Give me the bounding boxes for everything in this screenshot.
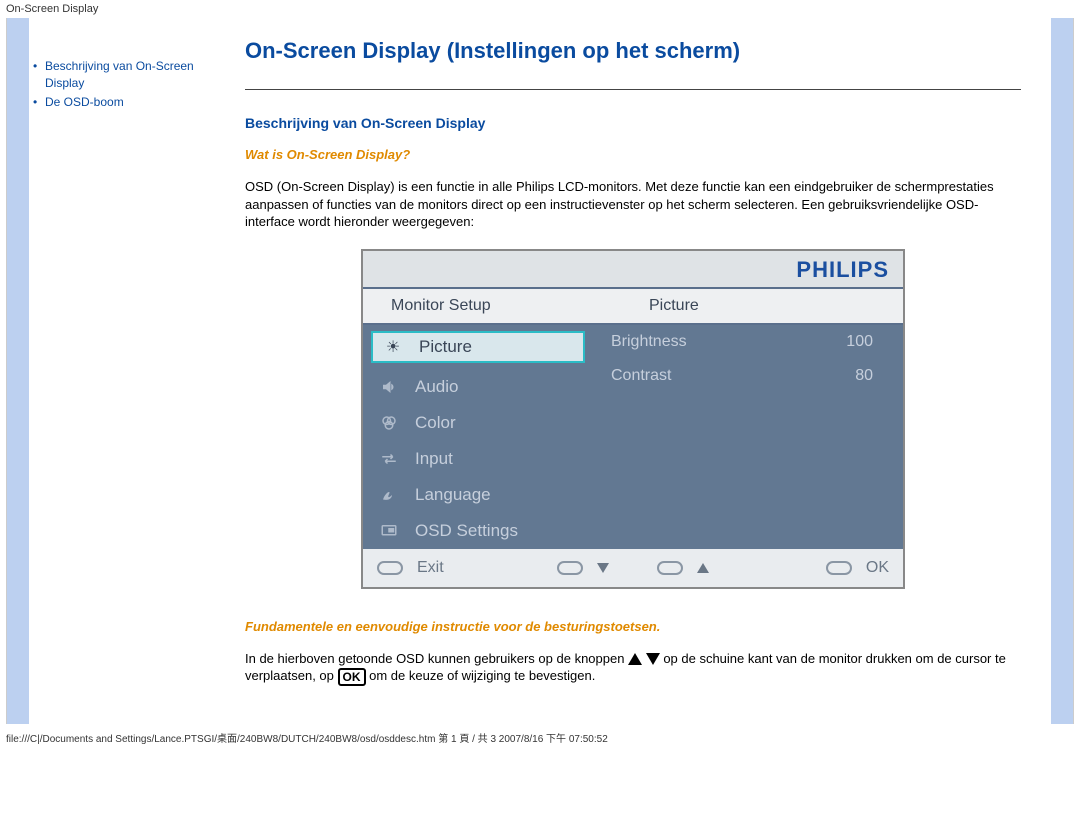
- osd-menu-picture[interactable]: ☀ Picture: [371, 331, 585, 363]
- para2a: In de hierboven getoonde OSD kunnen gebr…: [245, 651, 628, 666]
- osd-right-value: 100: [823, 333, 893, 351]
- sidebar-item-beschrijving[interactable]: • Beschrijving van On-Screen Display: [33, 58, 211, 92]
- triangle-down-icon: [597, 563, 609, 573]
- para2c: om de keuze of wijziging te bevestigen.: [369, 668, 595, 683]
- osd-right-contrast[interactable]: Contrast 80: [593, 359, 903, 393]
- osd-right-label: Contrast: [611, 367, 823, 385]
- footer-filepath: file:///C|/Documents and Settings/Lance.…: [0, 724, 1080, 751]
- brand-logo: PHILIPS: [796, 257, 889, 282]
- osd-menu-input[interactable]: Input: [363, 441, 593, 477]
- osd-right-menu: Brightness 100 Contrast 80: [593, 325, 903, 549]
- osd-menu-label: Language: [415, 485, 491, 505]
- oval-button-icon: [557, 561, 583, 575]
- sun-icon: ☀: [381, 337, 405, 357]
- osd-footer-ok[interactable]: OK: [718, 559, 889, 577]
- osd-header-left: Monitor Setup: [363, 289, 631, 323]
- language-icon: [377, 486, 401, 504]
- oval-button-icon: [377, 561, 403, 575]
- osd-body: ☀ Picture Audio Color: [363, 325, 903, 549]
- osd-menu-audio[interactable]: Audio: [363, 369, 593, 405]
- page-title: On-Screen Display (Instellingen op het s…: [245, 38, 1021, 64]
- triangle-down-icon: [646, 653, 660, 665]
- osd-settings-icon: [377, 522, 401, 540]
- sidebar-item-osdboom[interactable]: • De OSD-boom: [33, 94, 211, 111]
- sidebar-link[interactable]: De OSD-boom: [45, 94, 124, 111]
- left-stripe: [7, 18, 29, 724]
- paragraph-1: OSD (On-Screen Display) is een functie i…: [245, 178, 1021, 231]
- osd-menu-color[interactable]: Color: [363, 405, 593, 441]
- osd-menu-label: Color: [415, 413, 456, 433]
- subheading-2: Fundamentele en eenvoudige instructie vo…: [245, 619, 1021, 634]
- osd-header-right: Picture: [631, 289, 903, 323]
- osd-footer: Exit OK: [363, 549, 903, 587]
- osd-left-menu: ☀ Picture Audio Color: [363, 325, 593, 549]
- osd-header: Monitor Setup Picture: [363, 289, 903, 325]
- osd-menu-label: OSD Settings: [415, 521, 518, 541]
- bullet-icon: •: [33, 94, 45, 111]
- oval-button-icon: [826, 561, 852, 575]
- oval-button-icon: [657, 561, 683, 575]
- osd-right-brightness[interactable]: Brightness 100: [593, 325, 903, 359]
- page-frame: • Beschrijving van On-Screen Display • D…: [6, 18, 1074, 724]
- audio-icon: [377, 378, 401, 396]
- osd-footer-nav[interactable]: [548, 561, 719, 575]
- osd-brand-bar: PHILIPS: [363, 251, 903, 289]
- osd-right-value: 80: [823, 367, 893, 385]
- footer-ok-label: OK: [866, 559, 889, 577]
- osd-right-label: Brightness: [611, 333, 823, 351]
- main-content: On-Screen Display (Instellingen op het s…: [215, 18, 1051, 724]
- osd-menu-osdsettings[interactable]: OSD Settings: [363, 513, 593, 549]
- color-icon: [377, 414, 401, 432]
- osd-screenshot: PHILIPS Monitor Setup Picture ☀ Picture: [361, 249, 905, 589]
- footer-exit-label: Exit: [417, 559, 444, 577]
- osd-menu-label: Input: [415, 449, 453, 469]
- right-stripe: [1051, 18, 1073, 724]
- triangle-up-icon: [697, 563, 709, 573]
- sidebar: • Beschrijving van On-Screen Display • D…: [29, 18, 215, 724]
- input-icon: [377, 450, 401, 468]
- sidebar-link[interactable]: Beschrijving van On-Screen Display: [45, 58, 211, 92]
- osd-menu-language[interactable]: Language: [363, 477, 593, 513]
- osd-menu-label: Audio: [415, 377, 458, 397]
- subheading-1: Wat is On-Screen Display?: [245, 147, 1021, 162]
- triangle-up-icon: [628, 653, 642, 665]
- paragraph-2: In de hierboven getoonde OSD kunnen gebr…: [245, 650, 1021, 686]
- bullet-icon: •: [33, 58, 45, 92]
- section-heading: Beschrijving van On-Screen Display: [245, 115, 1021, 131]
- ok-icon: OK: [338, 668, 366, 686]
- osd-menu-label: Picture: [419, 337, 472, 357]
- osd-footer-exit[interactable]: Exit: [377, 559, 548, 577]
- page-header: On-Screen Display: [0, 0, 1080, 18]
- divider: [245, 89, 1021, 90]
